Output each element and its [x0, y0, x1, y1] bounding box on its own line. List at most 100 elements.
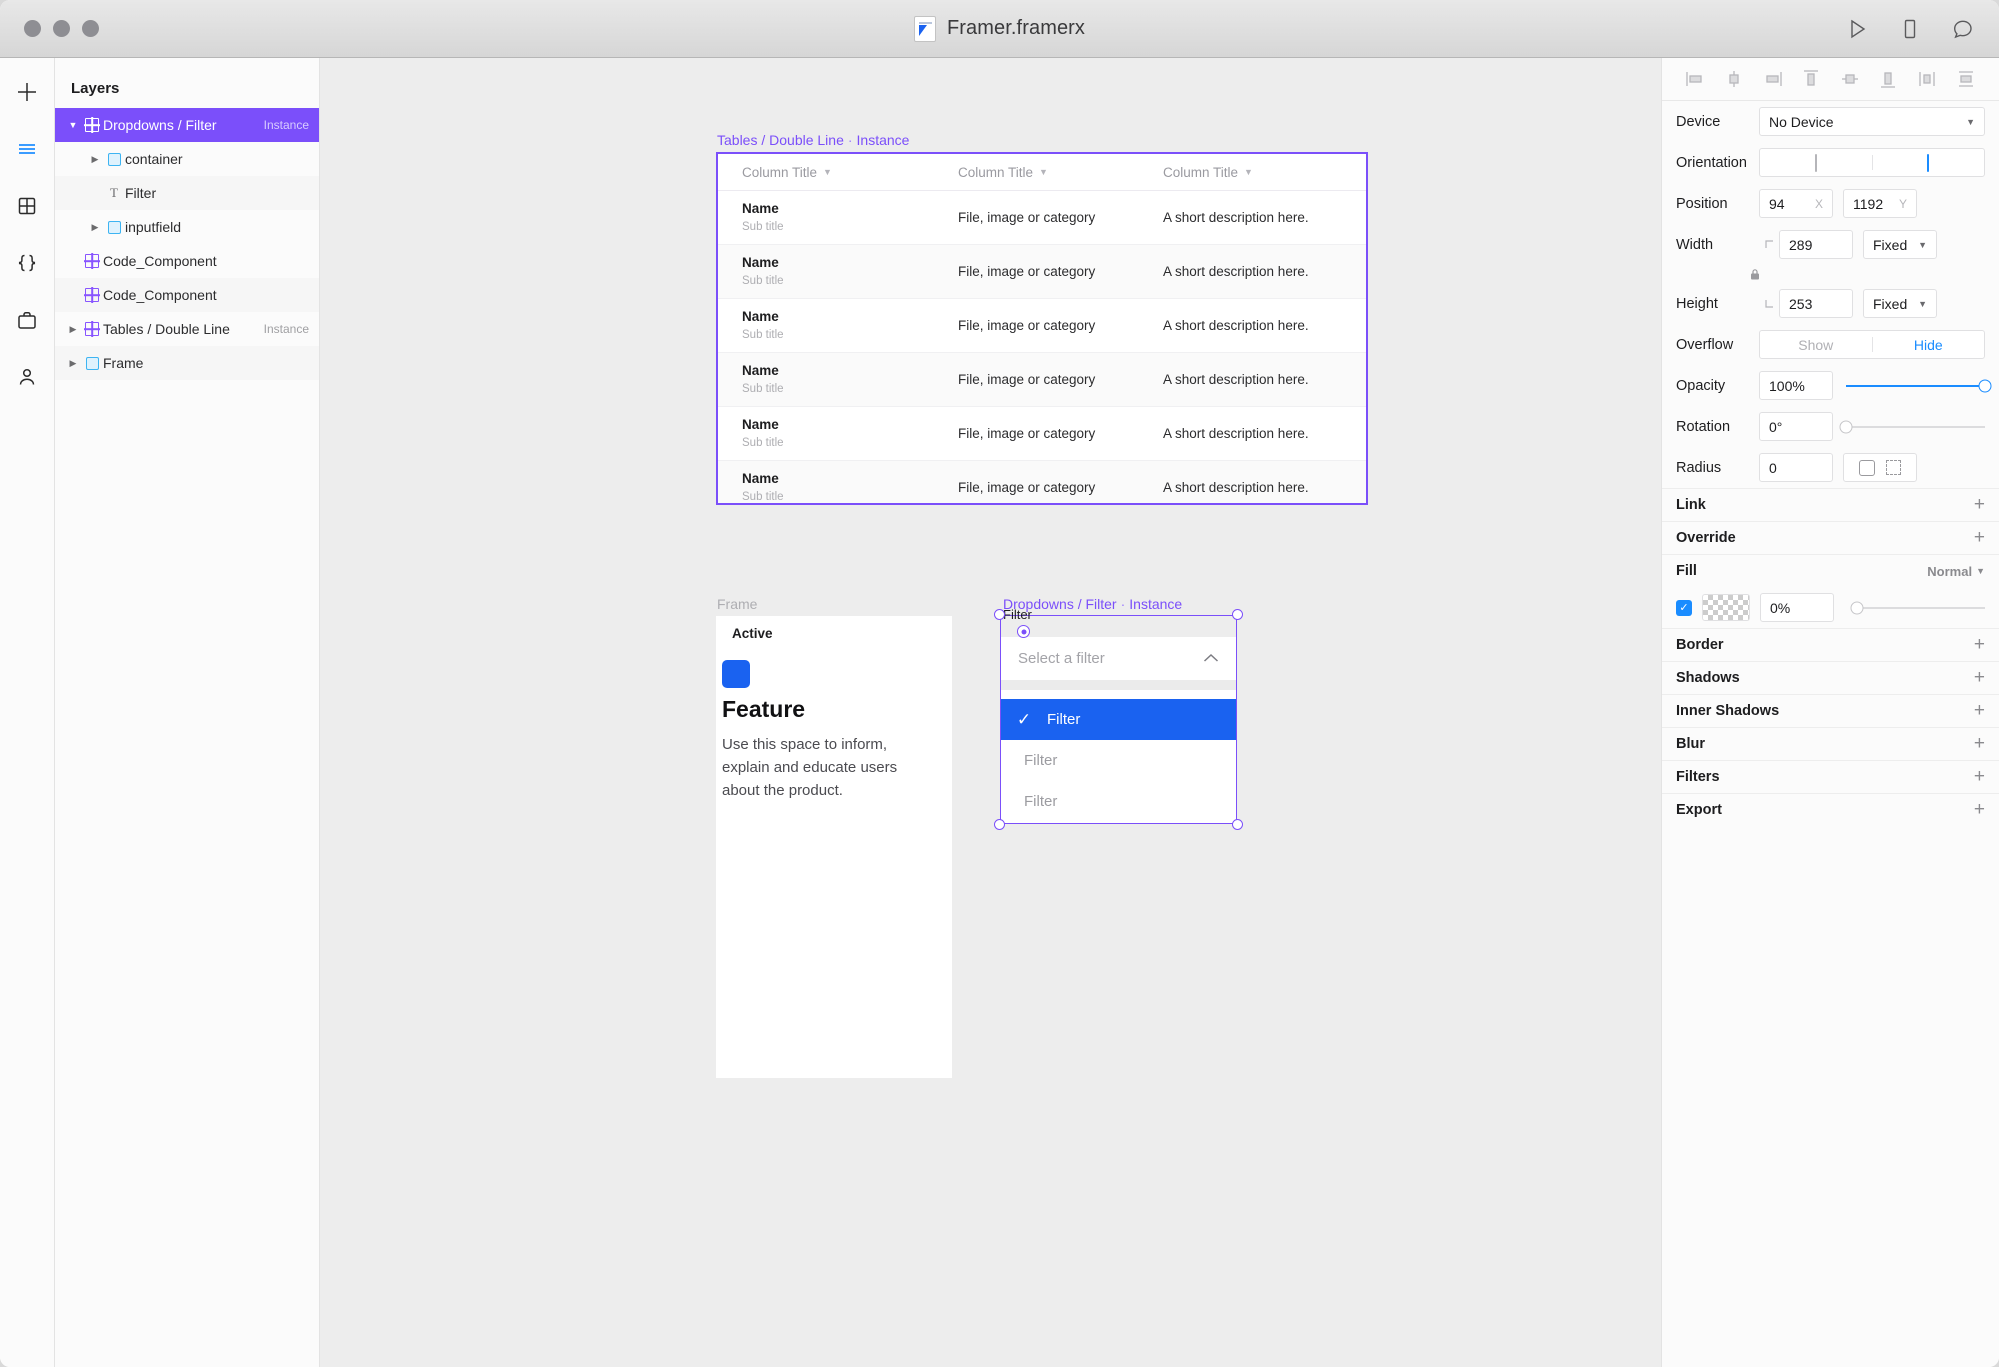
layer-row-tables-double-line[interactable]: ▶ Tables / Double Line Instance [55, 312, 319, 346]
rotation-slider[interactable] [1846, 426, 1985, 428]
section-border[interactable]: Border + [1662, 628, 1999, 661]
resize-handle-top-right[interactable] [1232, 609, 1243, 620]
assets-icon[interactable] [13, 306, 41, 334]
comment-icon[interactable] [1951, 17, 1975, 41]
fill-opacity-slider[interactable] [1857, 607, 1985, 609]
distribute-vertical-icon[interactable] [1955, 68, 1977, 90]
section-export[interactable]: Export + [1662, 793, 1999, 826]
column-header-3[interactable]: Column Title ▼ [1163, 165, 1366, 180]
resize-handle-bottom-left[interactable] [994, 819, 1005, 830]
radius-uniform-icon[interactable] [1859, 460, 1875, 476]
fill-enabled-checkbox[interactable]: ✓ [1676, 600, 1692, 616]
width-input[interactable]: 289 [1779, 230, 1853, 259]
add-export-button[interactable]: + [1974, 799, 1985, 821]
position-y-input[interactable]: 1192 Y [1843, 189, 1917, 218]
code-icon[interactable] [13, 249, 41, 277]
section-inner-shadows[interactable]: Inner Shadows + [1662, 694, 1999, 727]
section-shadows[interactable]: Shadows + [1662, 661, 1999, 694]
dropdown-option[interactable]: Filter [1001, 740, 1236, 781]
add-inner-shadow-button[interactable]: + [1974, 700, 1985, 722]
position-x-input[interactable]: 94 X [1759, 189, 1833, 218]
section-override[interactable]: Override + [1662, 521, 1999, 554]
radius-handle[interactable] [1017, 625, 1030, 638]
play-preview-icon[interactable] [1845, 17, 1869, 41]
table-row[interactable]: NameSub title File, image or category A … [718, 461, 1366, 505]
fill-color-swatch[interactable] [1702, 594, 1750, 621]
dropdown-filter-component[interactable]: Filter Select a filter ✓ Filter Filter [1001, 616, 1236, 823]
team-icon[interactable] [13, 363, 41, 391]
table-row[interactable]: NameSub title File, image or category A … [718, 407, 1366, 461]
dropdown-option-selected[interactable]: ✓ Filter [1001, 699, 1236, 740]
add-blur-button[interactable]: + [1974, 733, 1985, 755]
add-shadow-button[interactable]: + [1974, 667, 1985, 689]
section-link[interactable]: Link + [1662, 488, 1999, 521]
components-icon[interactable] [13, 192, 41, 220]
selection-type: Instance [1129, 596, 1182, 612]
add-filter-button[interactable]: + [1974, 766, 1985, 788]
fill-blend-mode[interactable]: Normal ▼ [1927, 564, 1985, 579]
layer-row-dropdowns-filter[interactable]: ▼ Dropdowns / Filter Instance [55, 108, 319, 142]
align-top-icon[interactable] [1800, 68, 1822, 90]
layer-row-container[interactable]: ▶ container [55, 142, 319, 176]
disclosure-triangle-icon[interactable]: ▶ [87, 222, 103, 233]
radius-mode-toggle[interactable] [1843, 453, 1917, 482]
table-row[interactable]: NameSub title File, image or category A … [718, 299, 1366, 353]
resize-handle-bottom-right[interactable] [1232, 819, 1243, 830]
rotation-input[interactable]: 0° [1759, 412, 1833, 441]
canvas[interactable]: Tables / Double Line·Instance Column Tit… [320, 58, 1661, 1367]
layer-row-inputfield[interactable]: ▶ inputfield [55, 210, 319, 244]
disclosure-triangle-icon[interactable]: ▶ [65, 358, 81, 369]
lock-aspect-ratio-icon[interactable] [1745, 268, 1765, 281]
dropdown-trigger[interactable]: Select a filter [1001, 637, 1236, 680]
align-right-icon[interactable] [1762, 68, 1784, 90]
layers-icon[interactable] [13, 135, 41, 163]
add-override-button[interactable]: + [1974, 527, 1985, 549]
table-row[interactable]: NameSub title File, image or category A … [718, 245, 1366, 299]
insert-icon[interactable] [13, 78, 41, 106]
section-blur[interactable]: Blur + [1662, 727, 1999, 760]
column-header-1[interactable]: Column Title ▼ [718, 165, 958, 180]
table-row[interactable]: NameSub title File, image or category A … [718, 353, 1366, 407]
layer-row-code-component-2[interactable]: Code_Component [55, 278, 319, 312]
resize-handle-top-left[interactable] [994, 609, 1005, 620]
minimize-button[interactable] [53, 20, 70, 37]
landscape-icon[interactable] [1873, 155, 1985, 171]
opacity-slider[interactable] [1846, 385, 1985, 387]
disclosure-triangle-icon[interactable]: ▶ [87, 154, 103, 165]
section-fill[interactable]: Fill Normal ▼ [1662, 554, 1999, 587]
align-bottom-icon[interactable] [1877, 68, 1899, 90]
table-component[interactable]: Column Title ▼ Column Title ▼ Column Tit… [716, 152, 1368, 505]
add-border-button[interactable]: + [1974, 634, 1985, 656]
align-center-horizontal-icon[interactable] [1723, 68, 1745, 90]
radius-individual-icon[interactable] [1886, 460, 1901, 475]
feature-frame[interactable]: Active Feature Use this space to inform,… [716, 616, 952, 1078]
width-mode-select[interactable]: Fixed ▼ [1863, 230, 1937, 259]
close-button[interactable] [24, 20, 41, 37]
distribute-horizontal-icon[interactable] [1916, 68, 1938, 90]
opacity-input[interactable]: 100% [1759, 371, 1833, 400]
zoom-button[interactable] [82, 20, 99, 37]
column-header-2[interactable]: Column Title ▼ [958, 165, 1163, 180]
layer-row-filter-text[interactable]: T Filter [55, 176, 319, 210]
section-filters[interactable]: Filters + [1662, 760, 1999, 793]
portrait-icon[interactable] [1760, 155, 1872, 171]
align-left-icon[interactable] [1684, 68, 1706, 90]
width-mode-value: Fixed [1873, 237, 1907, 253]
device-preview-icon[interactable] [1898, 17, 1922, 41]
overflow-hide-option[interactable]: Hide [1873, 337, 1985, 353]
align-center-vertical-icon[interactable] [1839, 68, 1861, 90]
layer-row-frame[interactable]: ▶ Frame [55, 346, 319, 380]
chevron-up-icon[interactable] [1203, 650, 1219, 667]
disclosure-triangle-icon[interactable]: ▶ [65, 324, 81, 335]
device-select[interactable]: No Device ▼ [1759, 107, 1985, 136]
disclosure-triangle-icon[interactable]: ▼ [65, 120, 81, 130]
overflow-show-option[interactable]: Show [1760, 337, 1872, 353]
height-mode-select[interactable]: Fixed ▼ [1863, 289, 1937, 318]
add-link-button[interactable]: + [1974, 494, 1985, 516]
dropdown-option[interactable]: Filter [1001, 781, 1236, 822]
height-input[interactable]: 253 [1779, 289, 1853, 318]
layer-row-code-component-1[interactable]: Code_Component [55, 244, 319, 278]
fill-opacity-input[interactable]: 0% [1760, 593, 1834, 622]
radius-input[interactable]: 0 [1759, 453, 1833, 482]
table-row[interactable]: NameSub title File, image or category A … [718, 191, 1366, 245]
